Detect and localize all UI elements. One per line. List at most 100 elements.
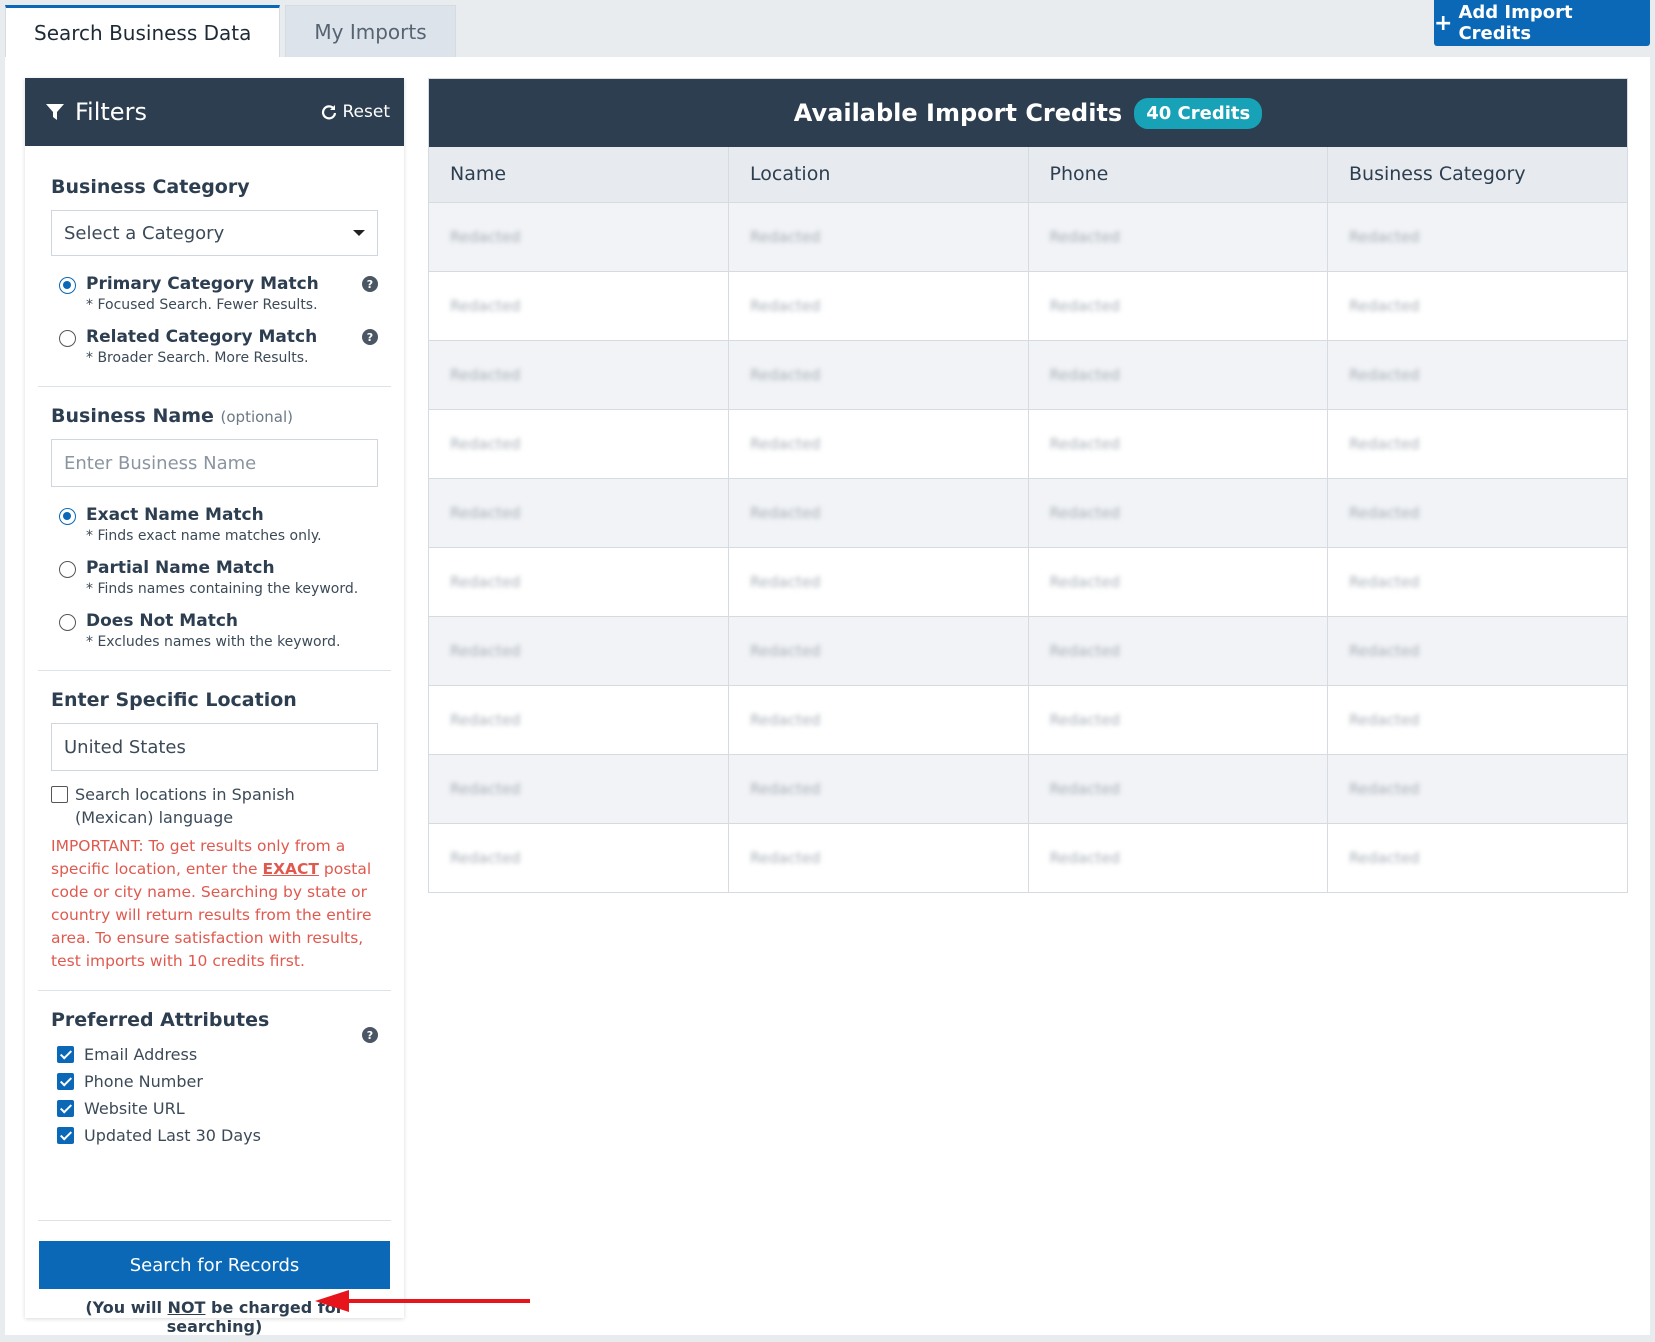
option-title: Primary Category Match <box>86 274 319 294</box>
spanish-checkbox[interactable] <box>51 786 68 803</box>
redacted-value: Redacted <box>1349 572 1420 591</box>
redacted-value: Redacted <box>1049 365 1121 384</box>
redacted-value: Redacted <box>750 572 821 591</box>
note-not: NOT <box>167 1298 206 1317</box>
redacted-value: Redacted <box>450 296 521 315</box>
redacted-value: Redacted <box>1349 296 1420 315</box>
attribute-label: Phone Number <box>84 1072 203 1091</box>
column-header-phone[interactable]: Phone <box>1028 147 1328 202</box>
partial-name-radio[interactable] <box>59 561 76 578</box>
partial-name-match-option[interactable]: Partial Name Match * Finds names contain… <box>51 558 378 597</box>
attribute-updated[interactable]: Updated Last 30 Days <box>51 1126 378 1145</box>
redacted-value: Redacted <box>450 227 521 246</box>
table-cell: Redacted <box>728 201 1029 271</box>
category-select[interactable]: Select a Category <box>51 210 378 256</box>
related-category-match-option[interactable]: Related Category Match * Broader Search.… <box>51 327 378 366</box>
table-cell: Redacted <box>728 822 1029 892</box>
redacted-value: Redacted <box>750 848 821 867</box>
option-title: Partial Name Match <box>86 558 275 578</box>
help-icon[interactable]: ? <box>362 1027 378 1043</box>
updated-checkbox[interactable] <box>57 1127 74 1144</box>
table-row[interactable]: Redacted Redacted Redacted Redacted <box>429 270 1627 340</box>
table-cell: Redacted <box>429 615 729 685</box>
website-checkbox[interactable] <box>57 1100 74 1117</box>
table-cell: Redacted <box>728 408 1029 478</box>
table-cell: Redacted <box>1028 408 1328 478</box>
table-row[interactable]: Redacted Redacted Redacted Redacted <box>429 546 1627 616</box>
location-input[interactable]: United States <box>51 723 378 771</box>
exact-name-match-option[interactable]: Exact Name Match * Finds exact name matc… <box>51 505 378 544</box>
table-cell: Redacted <box>1028 615 1328 685</box>
table-cell: Redacted <box>1028 477 1328 547</box>
option-subtitle: * Finds names containing the keyword. <box>86 581 359 597</box>
attribute-website[interactable]: Website URL <box>51 1099 378 1118</box>
phone-checkbox[interactable] <box>57 1073 74 1090</box>
table-cell: Redacted <box>429 822 729 892</box>
table-cell: Redacted <box>1028 339 1328 409</box>
help-icon[interactable]: ? <box>362 329 378 345</box>
primary-category-radio[interactable] <box>59 277 76 294</box>
business-name-input[interactable]: Enter Business Name <box>51 439 378 487</box>
table-cell: Redacted <box>1327 753 1627 823</box>
redacted-value: Redacted <box>750 710 821 729</box>
redacted-value: Redacted <box>750 296 821 315</box>
add-import-credits-label: Add Import Credits <box>1458 2 1573 44</box>
business-name-label-text: Business Name <box>51 405 214 427</box>
table-cell: Redacted <box>728 270 1029 340</box>
table-row[interactable]: Redacted Redacted Redacted Redacted <box>429 201 1627 271</box>
table-cell: Redacted <box>429 339 729 409</box>
redacted-value: Redacted <box>1049 848 1121 867</box>
table-cell: Redacted <box>728 753 1029 823</box>
column-header-business-category[interactable]: Business Category <box>1327 147 1627 202</box>
email-checkbox[interactable] <box>57 1046 74 1063</box>
table-row[interactable]: Redacted Redacted Redacted Redacted <box>429 822 1627 892</box>
redacted-value: Redacted <box>1049 503 1121 522</box>
option-subtitle: * Finds exact name matches only. <box>86 528 322 544</box>
redacted-value: Redacted <box>750 641 821 660</box>
help-icon[interactable]: ? <box>362 276 378 292</box>
table-row[interactable]: Redacted Redacted Redacted Redacted <box>429 477 1627 547</box>
redacted-value: Redacted <box>1049 434 1121 453</box>
attribute-label: Updated Last 30 Days <box>84 1126 261 1145</box>
table-row[interactable]: Redacted Redacted Redacted Redacted <box>429 339 1627 409</box>
filters-header: Filters Reset <box>25 78 404 146</box>
related-category-radio[interactable] <box>59 330 76 347</box>
reset-button[interactable]: Reset <box>321 102 390 122</box>
column-header-location[interactable]: Location <box>728 147 1029 202</box>
column-header-name[interactable]: Name <box>429 147 729 202</box>
redacted-value: Redacted <box>1049 710 1121 729</box>
plus-icon: + <box>1434 10 1453 36</box>
does-not-match-option[interactable]: Does Not Match * Excludes names with the… <box>51 611 378 650</box>
redacted-value: Redacted <box>1049 227 1121 246</box>
does-not-match-radio[interactable] <box>59 614 76 631</box>
table-row[interactable]: Redacted Redacted Redacted Redacted <box>429 753 1627 823</box>
tab-search-business-data[interactable]: Search Business Data <box>5 5 281 57</box>
table-cell: Redacted <box>728 684 1029 754</box>
table-cell: Redacted <box>1327 477 1627 547</box>
table-cell: Redacted <box>1028 546 1328 616</box>
attribute-phone[interactable]: Phone Number <box>51 1072 378 1091</box>
add-import-credits-button[interactable]: + Add Import Credits <box>1434 0 1650 46</box>
search-for-records-button[interactable]: Search for Records <box>39 1241 390 1289</box>
refresh-icon <box>321 105 336 120</box>
primary-category-match-option[interactable]: Primary Category Match * Focused Search.… <box>51 274 378 313</box>
filters-title: Filters <box>75 98 147 126</box>
exact-name-radio[interactable] <box>59 508 76 525</box>
table-cell: Redacted <box>1028 753 1328 823</box>
table-row[interactable]: Redacted Redacted Redacted Redacted <box>429 615 1627 685</box>
attribute-email[interactable]: Email Address <box>51 1045 378 1064</box>
redacted-value: Redacted <box>1349 848 1420 867</box>
tab-my-imports[interactable]: My Imports <box>285 5 456 57</box>
spanish-language-option[interactable]: Search locations in Spanish (Mexican) la… <box>51 783 378 829</box>
table-row[interactable]: Redacted Redacted Redacted Redacted <box>429 408 1627 478</box>
redacted-value: Redacted <box>750 227 821 246</box>
preferred-attributes-label: Preferred Attributes <box>51 1009 270 1031</box>
results-panel: Available Import Credits 40 Credits Name… <box>428 78 1628 893</box>
table-cell: Redacted <box>429 201 729 271</box>
table-row[interactable]: Redacted Redacted Redacted Redacted <box>429 684 1627 754</box>
redacted-value: Redacted <box>1349 503 1420 522</box>
redacted-value: Redacted <box>450 641 521 660</box>
redacted-value: Redacted <box>1349 227 1420 246</box>
table-cell: Redacted <box>1028 822 1328 892</box>
redacted-value: Redacted <box>750 503 821 522</box>
